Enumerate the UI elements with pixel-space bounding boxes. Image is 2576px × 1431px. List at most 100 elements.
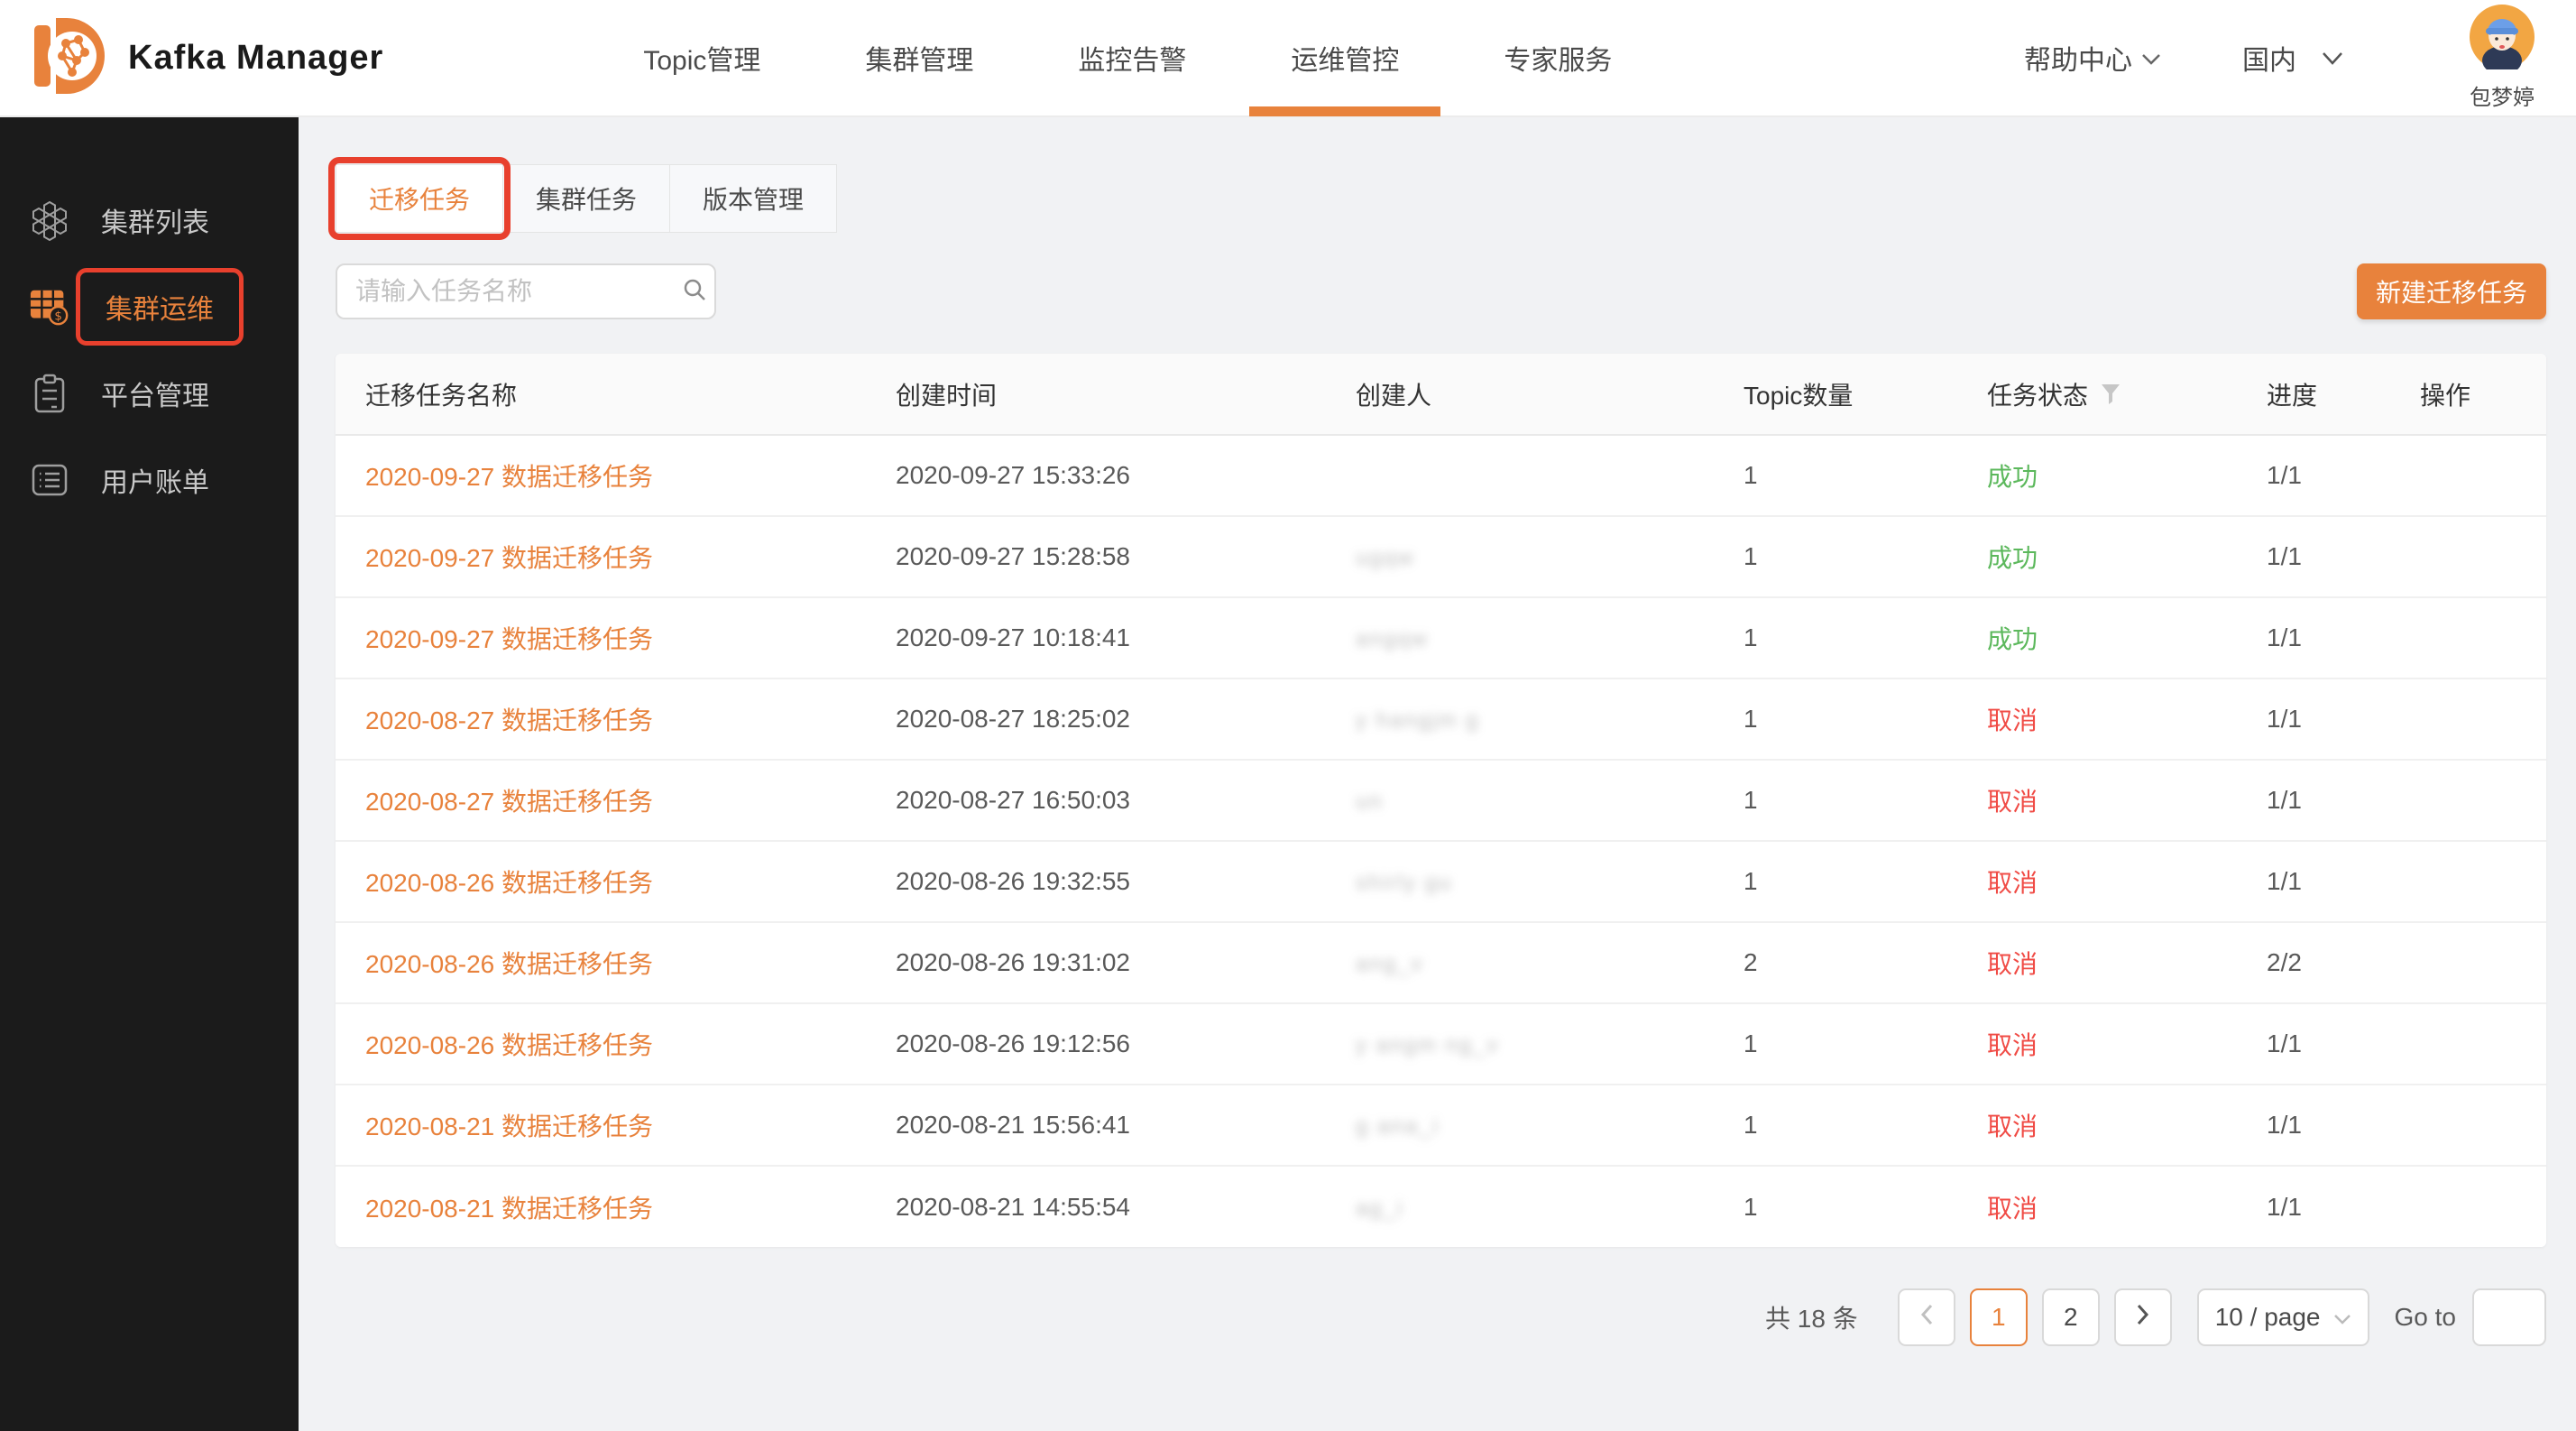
topic-count: 1 bbox=[1714, 760, 1957, 841]
sidebar-item-cluster-ops[interactable]: $ 集群运维 bbox=[0, 263, 299, 350]
col-header-create-time: 创建时间 bbox=[866, 354, 1326, 435]
task-name-link[interactable]: 2020-08-27 数据迁移任务 bbox=[336, 679, 866, 760]
chevron-right-icon bbox=[2136, 1303, 2150, 1332]
status-badge: 取消 bbox=[1957, 841, 2237, 922]
create-time: 2020-09-27 15:33:26 bbox=[866, 435, 1326, 516]
magnifier-icon[interactable] bbox=[681, 276, 708, 308]
actions-cell bbox=[2390, 597, 2546, 679]
user-menu[interactable]: 包梦婷 bbox=[2470, 5, 2535, 111]
nav-ops-control[interactable]: 运维管控 bbox=[1238, 0, 1451, 116]
creator-redacted: ang_v bbox=[1326, 922, 1714, 1003]
progress: 1/1 bbox=[2237, 1166, 2390, 1247]
table-row: 2020-09-27 数据迁移任务 2020-09-27 10:18:41 an… bbox=[336, 597, 2546, 679]
task-name-link[interactable]: 2020-08-27 数据迁移任务 bbox=[336, 760, 866, 841]
table-row: 2020-08-26 数据迁移任务 2020-08-26 19:32:55 sh… bbox=[336, 841, 2546, 922]
task-name-link[interactable]: 2020-08-26 数据迁移任务 bbox=[336, 922, 866, 1003]
progress: 2/2 bbox=[2237, 922, 2390, 1003]
pagination-next-button[interactable] bbox=[2114, 1288, 2172, 1346]
col-header-creator: 创建人 bbox=[1326, 354, 1714, 435]
sidebar: 集群列表 $ 集群运维 平台管理 bbox=[0, 117, 299, 1431]
goto-page-input[interactable] bbox=[2472, 1288, 2546, 1346]
actions-cell bbox=[2390, 679, 2546, 760]
topic-count: 1 bbox=[1714, 597, 1957, 679]
col-header-task-name: 迁移任务名称 bbox=[336, 354, 866, 435]
status-badge: 取消 bbox=[1957, 1166, 2237, 1247]
brand[interactable]: Kafka Manager bbox=[25, 11, 383, 106]
nav-cluster-management[interactable]: 集群管理 bbox=[813, 0, 1026, 116]
creator-redacted: ugqw bbox=[1326, 516, 1714, 597]
page-size-select[interactable]: 10 / page bbox=[2197, 1288, 2369, 1346]
table-row: 2020-08-27 数据迁移任务 2020-08-27 16:50:03 un… bbox=[336, 760, 2546, 841]
create-time: 2020-08-26 19:12:56 bbox=[866, 1003, 1326, 1085]
hexagon-cluster-icon bbox=[29, 199, 70, 241]
progress: 1/1 bbox=[2237, 597, 2390, 679]
status-badge: 取消 bbox=[1957, 1085, 2237, 1166]
topic-count: 1 bbox=[1714, 435, 1957, 516]
task-name-link[interactable]: 2020-08-26 数据迁移任务 bbox=[336, 841, 866, 922]
task-name-link[interactable]: 2020-08-21 数据迁移任务 bbox=[336, 1085, 866, 1166]
pagination-total: 共 18 条 bbox=[1765, 1299, 1858, 1335]
creator-redacted: shirly gu bbox=[1326, 841, 1714, 922]
pagination: 共 18 条 1 2 10 / page Go to bbox=[336, 1288, 2546, 1346]
topic-count: 1 bbox=[1714, 679, 1957, 760]
task-name-link[interactable]: 2020-08-21 数据迁移任务 bbox=[336, 1166, 866, 1247]
create-time: 2020-08-26 19:31:02 bbox=[866, 922, 1326, 1003]
task-name-link[interactable]: 2020-09-27 数据迁移任务 bbox=[336, 516, 866, 597]
sidebar-item-platform-management[interactable]: 平台管理 bbox=[0, 350, 299, 437]
create-migration-task-button[interactable]: 新建迁移任务 bbox=[2357, 263, 2546, 319]
create-time: 2020-08-26 19:32:55 bbox=[866, 841, 1326, 922]
nav-monitoring-alerts[interactable]: 监控告警 bbox=[1026, 0, 1238, 116]
progress: 1/1 bbox=[2237, 760, 2390, 841]
create-time: 2020-08-27 16:50:03 bbox=[866, 760, 1326, 841]
status-badge: 成功 bbox=[1957, 435, 2237, 516]
help-center-dropdown[interactable]: 帮助中心 bbox=[2024, 38, 2161, 78]
sidebar-item-user-billing[interactable]: 用户账单 bbox=[0, 437, 299, 523]
search-input[interactable] bbox=[355, 277, 681, 306]
topic-count: 1 bbox=[1714, 1085, 1957, 1166]
list-icon bbox=[29, 459, 70, 501]
progress: 1/1 bbox=[2237, 679, 2390, 760]
tab-cluster-tasks[interactable]: 集群任务 bbox=[503, 164, 670, 233]
task-name-link[interactable]: 2020-09-27 数据迁移任务 bbox=[336, 435, 866, 516]
table-row: 2020-08-26 数据迁移任务 2020-08-26 19:12:56 y … bbox=[336, 1003, 2546, 1085]
table-row: 2020-09-27 数据迁移任务 2020-09-27 15:28:58 ug… bbox=[336, 516, 2546, 597]
region-dropdown[interactable]: 国内 bbox=[2242, 38, 2343, 78]
actions-cell bbox=[2390, 760, 2546, 841]
clipboard-icon bbox=[29, 373, 70, 414]
progress: 1/1 bbox=[2237, 1085, 2390, 1166]
pagination-page-2[interactable]: 2 bbox=[2042, 1288, 2100, 1346]
topic-count: 1 bbox=[1714, 1166, 1957, 1247]
create-time: 2020-08-21 14:55:54 bbox=[866, 1166, 1326, 1247]
avatar bbox=[2470, 5, 2535, 74]
creator-redacted: un bbox=[1326, 760, 1714, 841]
tab-version-management[interactable]: 版本管理 bbox=[670, 164, 837, 233]
creator-redacted bbox=[1326, 435, 1714, 516]
nav-topic-management[interactable]: Topic管理 bbox=[591, 0, 813, 116]
funnel-icon[interactable] bbox=[2101, 383, 2121, 405]
actions-cell bbox=[2390, 841, 2546, 922]
table-row: 2020-09-27 数据迁移任务 2020-09-27 15:33:26 1 … bbox=[336, 435, 2546, 516]
goto-label: Go to bbox=[2395, 1303, 2456, 1332]
chevron-down-icon bbox=[2141, 42, 2161, 73]
topic-count: 1 bbox=[1714, 841, 1957, 922]
create-time: 2020-08-27 18:25:02 bbox=[866, 679, 1326, 760]
sidebar-item-cluster-list[interactable]: 集群列表 bbox=[0, 177, 299, 263]
actions-cell bbox=[2390, 1003, 2546, 1085]
svg-text:$: $ bbox=[54, 309, 62, 323]
topic-count: 1 bbox=[1714, 1003, 1957, 1085]
pagination-page-1[interactable]: 1 bbox=[1970, 1288, 2028, 1346]
tab-bar: 迁移任务 集群任务 版本管理 bbox=[336, 164, 2546, 233]
pagination-prev-button[interactable] bbox=[1898, 1288, 1955, 1346]
top-header: Kafka Manager Topic管理 集群管理 监控告警 运维管控 专家服… bbox=[0, 0, 2576, 117]
task-name-link[interactable]: 2020-09-27 数据迁移任务 bbox=[336, 597, 866, 679]
progress: 1/1 bbox=[2237, 435, 2390, 516]
actions-cell bbox=[2390, 435, 2546, 516]
user-name: 包梦婷 bbox=[2470, 79, 2535, 111]
tab-migration-tasks[interactable]: 迁移任务 bbox=[336, 164, 503, 233]
creator-redacted: angqw bbox=[1326, 597, 1714, 679]
create-time: 2020-09-27 10:18:41 bbox=[866, 597, 1326, 679]
task-name-link[interactable]: 2020-08-26 数据迁移任务 bbox=[336, 1003, 866, 1085]
creator-redacted: y hangjm g bbox=[1326, 679, 1714, 760]
nav-expert-service[interactable]: 专家服务 bbox=[1451, 0, 1664, 116]
table-header-row: 迁移任务名称 创建时间 创建人 Topic数量 任务状态 进度 操作 bbox=[336, 354, 2546, 435]
